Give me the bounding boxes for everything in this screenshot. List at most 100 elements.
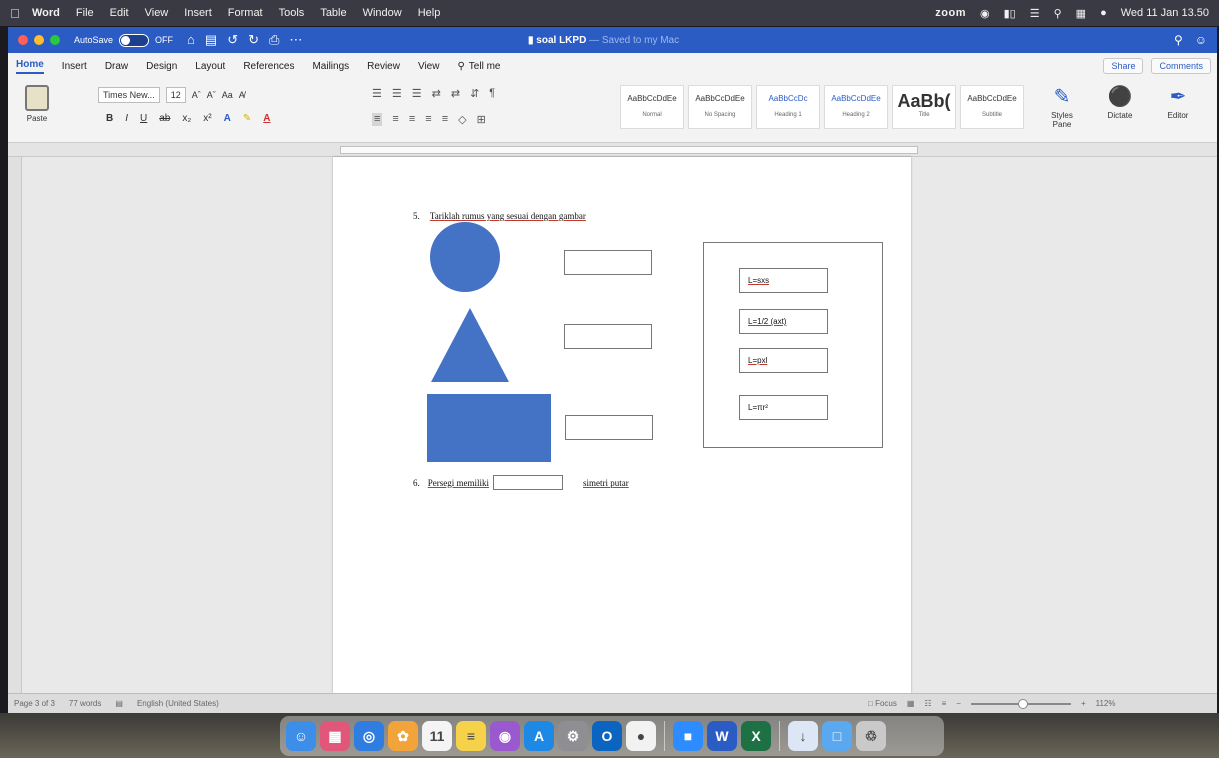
line-spacing-button[interactable]: ≡ — [442, 113, 448, 126]
vertical-ruler[interactable] — [8, 157, 22, 693]
answer-box-circle[interactable] — [564, 250, 652, 275]
menu-insert[interactable]: Insert — [184, 7, 212, 19]
increase-indent-button[interactable]: ⇄ — [451, 87, 460, 100]
tab-references[interactable]: References — [243, 61, 294, 72]
answer-box-rectangle[interactable] — [565, 415, 653, 440]
multilevel-list-button[interactable]: ☰ — [412, 87, 422, 100]
menu-table[interactable]: Table — [320, 7, 346, 19]
ruler-text-area[interactable] — [340, 146, 918, 154]
account-icon[interactable]: ☺ — [1195, 33, 1207, 47]
zoom-app-icon[interactable]: ■ — [673, 721, 703, 751]
print-icon[interactable]: ⎙ — [269, 32, 279, 48]
align-left-button[interactable]: ≡ — [372, 113, 383, 126]
triangle-shape[interactable] — [431, 308, 509, 382]
save-icon[interactable]: ▤ — [205, 32, 217, 48]
shrink-font-button[interactable]: Aˇ — [207, 90, 216, 100]
calendar-icon[interactable]: 11 — [422, 721, 452, 751]
formula-option[interactable]: L=sxs — [739, 268, 828, 293]
menu-edit[interactable]: Edit — [110, 7, 129, 19]
formula-option[interactable]: L=pxl — [739, 348, 828, 373]
autosave-toggle[interactable] — [119, 33, 150, 47]
grow-font-button[interactable]: Aˆ — [192, 90, 201, 100]
style-heading-2[interactable]: AaBbCcDdEe Heading 2 — [824, 85, 888, 129]
apple-icon[interactable]:  — [10, 6, 32, 21]
undo-icon[interactable]: ↺ — [227, 32, 238, 48]
settings-icon[interactable]: ⚙ — [558, 721, 588, 751]
notes-icon[interactable]: ≡ — [456, 721, 486, 751]
more-icon[interactable]: ⋯ — [289, 32, 302, 48]
highlight-button[interactable]: ✎ — [243, 113, 251, 124]
chrome-icon[interactable]: ● — [626, 721, 656, 751]
paste-button[interactable]: Paste — [16, 83, 58, 133]
photos-icon[interactable]: ✿ — [388, 721, 418, 751]
subscript-button[interactable]: x₂ — [182, 113, 191, 124]
font-name-select[interactable]: Times New... — [98, 87, 160, 103]
style-heading-1[interactable]: AaBbCcDc Heading 1 — [756, 85, 820, 129]
bold-button[interactable]: B — [106, 113, 113, 124]
decrease-indent-button[interactable]: ⇄ — [432, 87, 441, 100]
search-icon[interactable]: ⚲ — [1054, 7, 1062, 20]
menu-clock[interactable]: Wed 11 Jan 13.50 — [1121, 7, 1209, 19]
page-count[interactable]: Page 3 of 3 — [14, 699, 55, 708]
menu-app-name[interactable]: Word — [32, 7, 60, 19]
word-app-icon[interactable]: W — [707, 721, 737, 751]
safari-icon[interactable]: ◎ — [354, 721, 384, 751]
style-no-spacing[interactable]: AaBbCcDdEe No Spacing — [688, 85, 752, 129]
word-count[interactable]: 77 words — [69, 699, 101, 708]
horizontal-ruler[interactable] — [8, 143, 1217, 157]
proofing-icon[interactable]: ▤ — [115, 699, 123, 708]
zoom-slider-knob[interactable] — [1017, 698, 1028, 709]
web-layout-icon[interactable]: ☷ — [924, 699, 931, 708]
justify-button[interactable]: ≡ — [425, 113, 431, 126]
outline-view-icon[interactable]: ≡ — [942, 699, 947, 708]
zoom-in-button[interactable]: + — [1081, 699, 1086, 708]
align-center-button[interactable]: ≡ — [392, 113, 398, 126]
tab-design[interactable]: Design — [146, 61, 177, 72]
zoom-out-button[interactable]: − — [956, 699, 961, 708]
italic-button[interactable]: I — [125, 113, 128, 124]
siri-icon[interactable]: ● — [1100, 7, 1107, 19]
tab-view[interactable]: View — [418, 61, 440, 72]
bullets-button[interactable]: ☰ — [372, 87, 382, 100]
strikethrough-button[interactable]: ab — [159, 113, 170, 124]
align-right-button[interactable]: ≡ — [409, 113, 415, 126]
menu-help[interactable]: Help — [418, 7, 441, 19]
tab-draw[interactable]: Draw — [105, 61, 128, 72]
menu-file[interactable]: File — [76, 7, 94, 19]
menu-window[interactable]: Window — [363, 7, 402, 19]
menu-tools[interactable]: Tools — [279, 7, 305, 19]
circle-shape[interactable] — [430, 222, 500, 292]
borders-button[interactable]: ⊞ — [477, 113, 486, 126]
zoom-window-button[interactable] — [50, 35, 60, 45]
tell-me-search[interactable]: ⚲ Tell me — [457, 61, 500, 72]
shading-button[interactable]: ◇ — [458, 113, 466, 126]
language-status[interactable]: English (United States) — [137, 699, 219, 708]
font-size-select[interactable]: 12 — [165, 87, 186, 103]
superscript-button[interactable]: x² — [203, 113, 211, 124]
document-page[interactable]: 5. Tariklah rumus yang sesuai dengan gam… — [333, 157, 911, 693]
formula-option[interactable]: L=1/2 (axt) — [739, 309, 828, 334]
style-title[interactable]: AaBb( Title — [892, 85, 956, 129]
redo-icon[interactable]: ↻ — [248, 32, 259, 48]
zoom-menu-extra[interactable]: zoom — [935, 7, 966, 19]
answer-box-triangle[interactable] — [564, 324, 652, 349]
home-icon[interactable]: ⌂ — [187, 32, 195, 48]
tab-home[interactable]: Home — [16, 59, 44, 74]
search-document-icon[interactable]: ⚲ — [1174, 33, 1183, 47]
share-button[interactable]: Share — [1103, 58, 1144, 74]
show-formatting-button[interactable]: ¶ — [489, 87, 495, 100]
comments-button[interactable]: Comments — [1151, 58, 1211, 74]
downloads-icon[interactable]: ↓ — [788, 721, 818, 751]
app-store-icon[interactable]: A — [524, 721, 554, 751]
wifi-icon[interactable]: ☰ — [1030, 7, 1040, 20]
tab-mailings[interactable]: Mailings — [312, 61, 349, 72]
formula-option[interactable]: L=πr² — [739, 395, 828, 420]
battery-icon[interactable]: ▮▯ — [1004, 7, 1016, 20]
control-center-icon[interactable]: ▦ — [1076, 7, 1086, 20]
focus-button[interactable]: □ Focus — [868, 699, 897, 708]
editor-button[interactable]: ✒ Editor — [1158, 83, 1198, 129]
style-subtitle[interactable]: AaBbCcDdEe Subtitle — [960, 85, 1024, 129]
styles-pane-button[interactable]: ✎ Styles Pane — [1042, 83, 1082, 129]
tab-insert[interactable]: Insert — [62, 61, 87, 72]
underline-button[interactable]: U — [140, 113, 147, 124]
